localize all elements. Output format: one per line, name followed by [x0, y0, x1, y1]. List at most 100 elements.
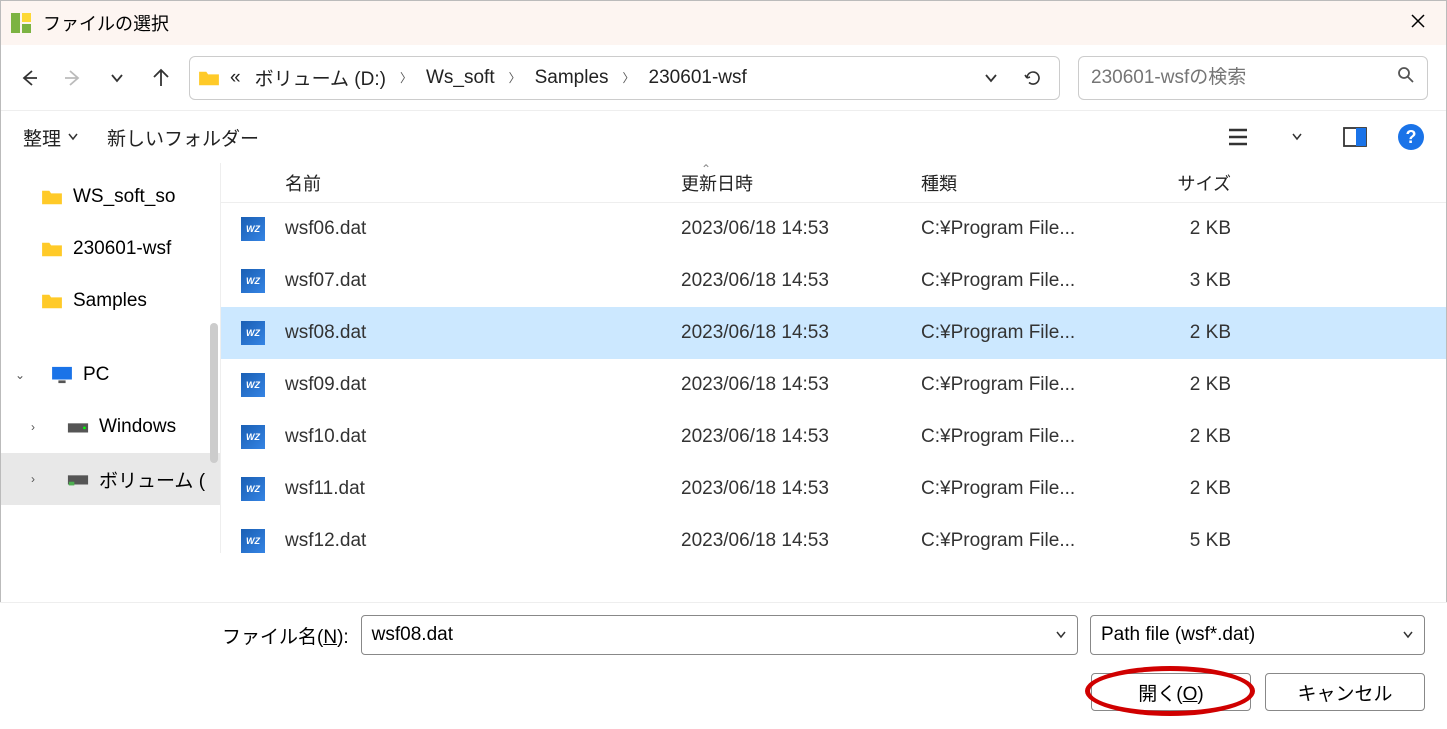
column-header-size[interactable]: サイズ — [1131, 170, 1251, 196]
cancel-button[interactable]: キャンセル — [1265, 673, 1425, 711]
file-icon: WZ — [241, 425, 265, 449]
chevron-down-icon — [1402, 629, 1414, 641]
chevron-right-icon: 〉 — [619, 69, 639, 86]
breadcrumb[interactable]: « ボリューム (D:) 〉 Ws_soft 〉 Samples 〉 23060… — [189, 56, 1060, 100]
file-size: 2 KB — [1131, 322, 1251, 344]
sidebar-scrollbar[interactable] — [210, 323, 218, 463]
close-icon — [1410, 13, 1426, 29]
footer: ファイル名(N): wsf08.dat Path file (wsf*.dat)… — [0, 602, 1447, 729]
folder-icon — [41, 188, 63, 206]
file-icon: WZ — [241, 321, 265, 345]
file-icon: WZ — [241, 373, 265, 397]
sidebar: WS_soft_so 230601-wsf Samples ⌄ PC › Win… — [1, 163, 221, 553]
breadcrumb-part[interactable]: Samples — [531, 67, 613, 89]
file-size: 5 KB — [1131, 530, 1251, 552]
file-name: wsf10.dat — [285, 426, 366, 448]
refresh-button[interactable] — [1015, 69, 1051, 87]
column-header-date[interactable]: 更新日時 — [681, 170, 921, 196]
dialog-title: ファイルの選択 — [43, 10, 1398, 36]
file-size: 2 KB — [1131, 478, 1251, 500]
file-date: 2023/06/18 14:53 — [681, 374, 921, 396]
file-row[interactable]: WZwsf12.dat2023/06/18 14:53C:¥Program Fi… — [221, 515, 1446, 553]
view-mode-dropdown[interactable] — [1282, 122, 1312, 152]
sidebar-item-drive[interactable]: › ボリューム ( — [1, 453, 220, 505]
filename-input[interactable]: wsf08.dat — [361, 615, 1078, 655]
list-header: ⌃ 名前 更新日時 種類 サイズ — [221, 163, 1446, 203]
file-row[interactable]: WZwsf06.dat2023/06/18 14:53C:¥Program Fi… — [221, 203, 1446, 255]
sort-indicator-icon: ⌃ — [701, 162, 711, 176]
file-row[interactable]: WZwsf11.dat2023/06/18 14:53C:¥Program Fi… — [221, 463, 1446, 515]
file-row[interactable]: WZwsf07.dat2023/06/18 14:53C:¥Program Fi… — [221, 255, 1446, 307]
file-date: 2023/06/18 14:53 — [681, 530, 921, 552]
recent-dropdown[interactable] — [107, 68, 127, 88]
file-size: 2 KB — [1131, 426, 1251, 448]
file-type: C:¥Program File... — [921, 374, 1131, 396]
sidebar-item-label: Samples — [73, 290, 147, 312]
search-box[interactable] — [1078, 56, 1428, 100]
chevron-down-icon[interactable] — [1055, 629, 1067, 641]
chevron-down-icon[interactable]: ⌄ — [15, 368, 29, 382]
sidebar-item[interactable]: 230601-wsf — [1, 223, 220, 275]
help-button[interactable]: ? — [1398, 124, 1424, 150]
file-type: C:¥Program File... — [921, 218, 1131, 240]
back-button[interactable] — [19, 68, 39, 88]
pc-icon — [51, 366, 73, 384]
column-header-type[interactable]: 種類 — [921, 170, 1131, 196]
file-list: ⌃ 名前 更新日時 種類 サイズ WZwsf06.dat2023/06/18 1… — [221, 163, 1446, 553]
file-icon: WZ — [241, 529, 265, 553]
folder-icon — [41, 240, 63, 258]
app-icon — [9, 11, 33, 35]
file-size: 2 KB — [1131, 374, 1251, 396]
chevron-right-icon[interactable]: › — [31, 420, 45, 434]
folder-icon — [198, 69, 220, 87]
folder-icon — [41, 292, 63, 310]
file-date: 2023/06/18 14:53 — [681, 426, 921, 448]
file-row[interactable]: WZ wsf09.dat 2023/06/18 14:53C:¥Program Fi… — [221, 359, 1446, 411]
search-input[interactable] — [1091, 67, 1389, 89]
sidebar-item[interactable]: WS_soft_so — [1, 171, 220, 223]
file-icon: WZ — [241, 269, 265, 293]
file-name: wsf09.dat — [285, 374, 366, 396]
file-type: C:¥Program File... — [921, 530, 1131, 552]
breadcrumb-part[interactable]: Ws_soft — [422, 67, 499, 89]
file-name: wsf08.dat — [285, 322, 366, 344]
close-button[interactable] — [1398, 13, 1438, 34]
open-button[interactable]: 開く(O) — [1091, 673, 1251, 711]
main-area: WS_soft_so 230601-wsf Samples ⌄ PC › Win… — [1, 163, 1446, 553]
file-type: C:¥Program File... — [921, 322, 1131, 344]
forward-button[interactable] — [63, 68, 83, 88]
chevron-down-icon — [67, 131, 79, 143]
new-folder-button[interactable]: 新しいフォルダー — [107, 124, 259, 151]
column-header-name[interactable]: 名前 — [241, 170, 681, 196]
filename-row: ファイル名(N): wsf08.dat Path file (wsf*.dat) — [22, 615, 1425, 655]
navbar: « ボリューム (D:) 〉 Ws_soft 〉 Samples 〉 23060… — [1, 45, 1446, 111]
file-row[interactable]: WZwsf10.dat2023/06/18 14:53C:¥Program Fi… — [221, 411, 1446, 463]
file-date: 2023/06/18 14:53 — [681, 218, 921, 240]
file-icon: WZ — [241, 477, 265, 501]
sidebar-item[interactable]: Samples — [1, 275, 220, 327]
file-row[interactable]: WZ wsf08.dat 2023/06/18 14:53C:¥Program Fi… — [221, 307, 1446, 359]
sidebar-item-drive[interactable]: › Windows — [1, 401, 220, 453]
breadcrumb-dropdown[interactable] — [973, 71, 1009, 85]
breadcrumb-part[interactable]: 230601-wsf — [645, 67, 751, 89]
drive-icon — [67, 470, 89, 488]
file-name: wsf07.dat — [285, 270, 366, 292]
nav-arrows — [19, 68, 171, 88]
file-rows: WZwsf06.dat2023/06/18 14:53C:¥Program Fi… — [221, 203, 1446, 553]
search-icon — [1397, 66, 1415, 89]
chevron-right-icon: 〉 — [396, 69, 416, 86]
sidebar-item-label: WS_soft_so — [73, 186, 175, 208]
breadcrumb-overflow[interactable]: « — [226, 67, 245, 89]
view-mode-button[interactable] — [1224, 122, 1254, 152]
organize-menu[interactable]: 整理 — [23, 124, 79, 151]
filetype-select[interactable]: Path file (wsf*.dat) — [1090, 615, 1425, 655]
chevron-right-icon[interactable]: › — [31, 472, 45, 486]
up-button[interactable] — [151, 68, 171, 88]
drive-icon — [67, 418, 89, 436]
file-date: 2023/06/18 14:53 — [681, 322, 921, 344]
breadcrumb-part[interactable]: ボリューム (D:) — [251, 64, 390, 91]
preview-pane-button[interactable] — [1340, 122, 1370, 152]
file-name: wsf11.dat — [285, 478, 365, 500]
sidebar-item-label: ボリューム ( — [99, 466, 205, 493]
sidebar-item-pc[interactable]: ⌄ PC — [1, 349, 220, 401]
